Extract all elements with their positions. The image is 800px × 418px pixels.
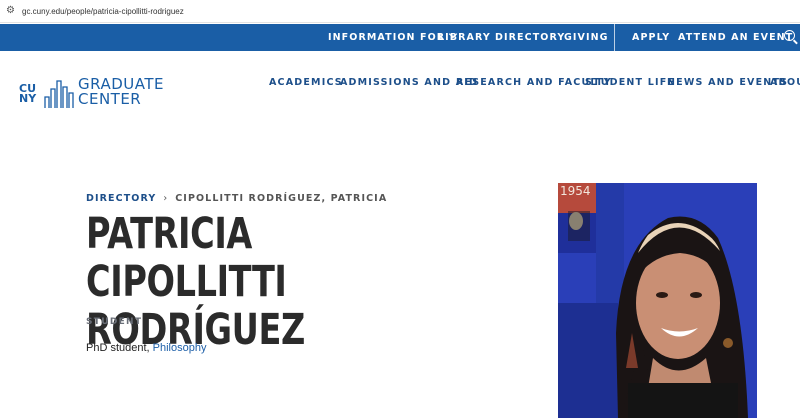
profile-photo: 1954 (558, 183, 757, 418)
profile-photo-image: 1954 (558, 183, 757, 418)
url-text[interactable]: gc.cuny.edu/people/patricia-cipollitti-r… (22, 7, 184, 16)
breadcrumb-directory-link[interactable]: DIRECTORY (86, 193, 156, 204)
skyline-logo-icon (44, 80, 74, 108)
site-settings-icon[interactable]: ⚙ (6, 6, 16, 16)
program-link[interactable]: Philosophy (153, 342, 207, 354)
apply-link[interactable]: APPLY (632, 24, 670, 51)
nav-academics[interactable]: ACADEMICS (269, 77, 343, 88)
cuny-wordmark: CU NY (19, 82, 37, 105)
directory-link[interactable]: DIRECTORY (495, 24, 565, 51)
role-label: STUDENT (86, 317, 143, 327)
page-title: PATRICIA CIPOLLITTI RODRÍGUEZ (86, 210, 429, 354)
attend-event-link[interactable]: ATTEND AN EVENT (678, 24, 793, 51)
nav-about[interactable]: ABOUT (770, 77, 800, 88)
logo-line2: CENTER (78, 90, 142, 108)
breadcrumb-current: CIPOLLITTI RODRÍGUEZ, PATRICIA (175, 193, 388, 204)
nav-student-life[interactable]: STUDENT LIFE (585, 77, 675, 88)
profile-description: PhD student, Philosophy (86, 342, 206, 354)
search-icon[interactable] (784, 30, 795, 41)
photo-year-text: 1954 (560, 184, 591, 198)
utility-divider (614, 24, 615, 51)
breadcrumb: DIRECTORY › CIPOLLITTI RODRÍGUEZ, PATRICIA (86, 193, 387, 204)
giving-link[interactable]: GIVING (564, 24, 609, 51)
utility-bar: INFORMATION FOR LIBRARY DIRECTORY GIVING… (0, 24, 800, 51)
title-line1: PATRICIA CIPOLLITTI (86, 209, 287, 307)
logo-wordmark: GRADUATE CENTER (78, 77, 164, 107)
description-text: PhD student, (86, 342, 153, 354)
browser-address-bar[interactable]: ⚙ gc.cuny.edu/people/patricia-cipollitti… (0, 0, 800, 23)
information-for-menu[interactable]: INFORMATION FOR (328, 24, 458, 51)
library-link[interactable]: LIBRARY (438, 24, 491, 51)
chevron-right-icon: › (163, 193, 169, 204)
information-for-label: INFORMATION FOR (328, 32, 446, 43)
